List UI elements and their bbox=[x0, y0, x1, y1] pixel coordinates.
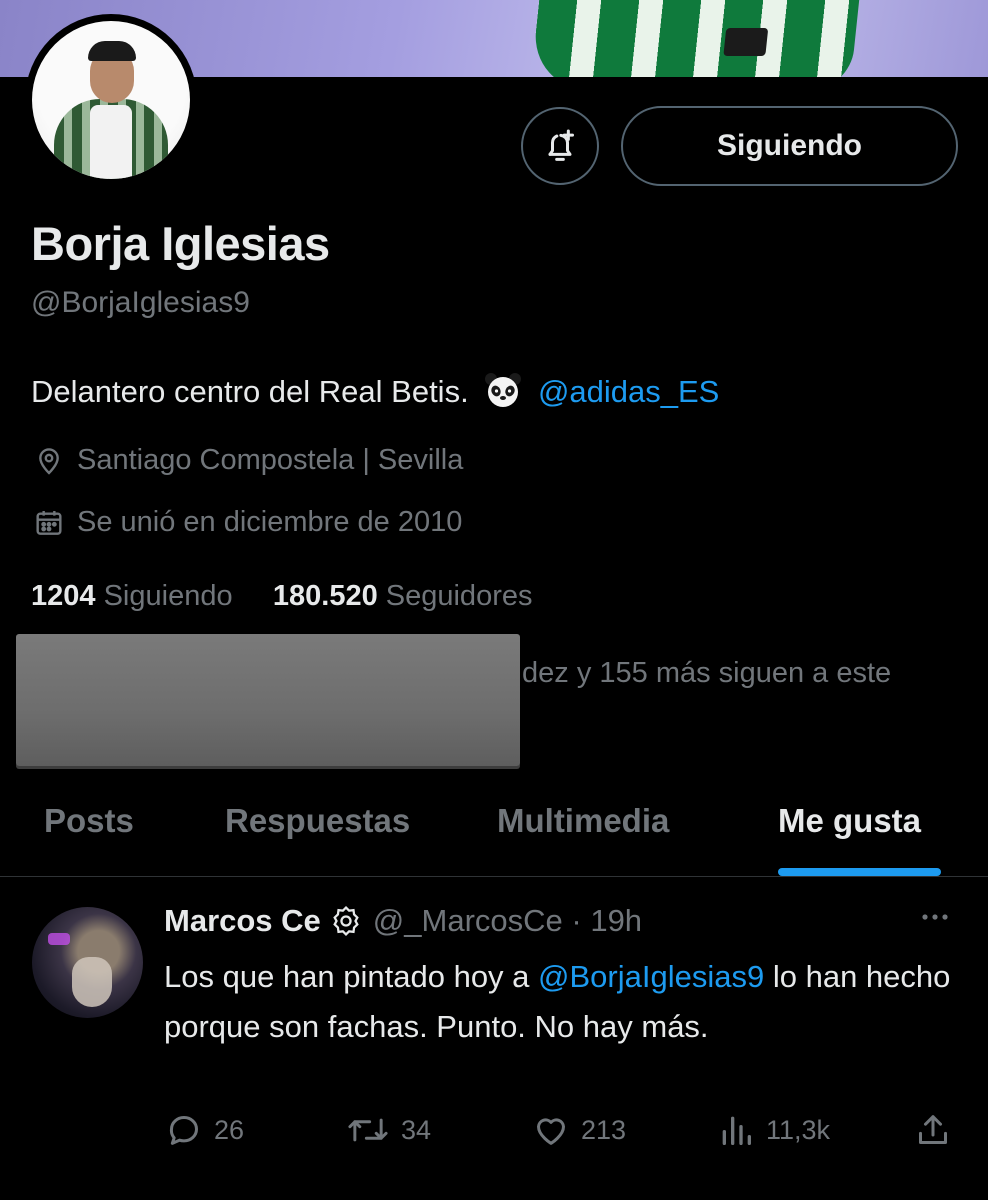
more-options-icon[interactable] bbox=[917, 905, 953, 934]
heart-icon bbox=[537, 1118, 565, 1145]
tab-me-gusta[interactable]: Me gusta bbox=[778, 802, 921, 840]
tab-multimedia[interactable]: Multimedia bbox=[497, 802, 669, 840]
profile-bio: Delantero centro del Real Betis. @adidas… bbox=[31, 370, 719, 410]
notifications-button[interactable] bbox=[521, 107, 599, 185]
followers-you-know[interactable]: dez y 155 más siguen a este bbox=[522, 657, 891, 690]
repost-icon bbox=[348, 1118, 388, 1142]
repost-button[interactable]: 34 bbox=[345, 1110, 431, 1150]
post-time[interactable]: 19h bbox=[590, 903, 642, 939]
tab-posts[interactable]: Posts bbox=[44, 802, 134, 840]
calendar-icon bbox=[36, 510, 62, 535]
views-chart-icon bbox=[722, 1116, 751, 1145]
profile-avatar[interactable] bbox=[25, 14, 197, 186]
views-button[interactable]: 11,3k bbox=[716, 1110, 830, 1150]
following-button[interactable]: Siguiendo bbox=[621, 106, 958, 186]
profile-joined: Se unió en diciembre de 2010 bbox=[33, 506, 462, 539]
bell-plus-icon bbox=[548, 129, 574, 161]
profile-handle: @BorjaIglesias9 bbox=[31, 286, 250, 319]
share-icon bbox=[919, 1115, 947, 1144]
like-button[interactable]: 213 bbox=[531, 1110, 626, 1150]
follow-counts: 1204 Siguiendo 180.520 Seguidores bbox=[31, 580, 532, 613]
bio-text: Delantero centro del Real Betis. bbox=[31, 374, 469, 409]
post-mention-link[interactable]: @BorjaIglesias9 bbox=[538, 959, 764, 994]
post-author-avatar[interactable] bbox=[32, 907, 143, 1018]
reply-icon bbox=[169, 1116, 198, 1145]
active-tab-indicator bbox=[778, 868, 941, 876]
followers-count-link[interactable]: 180.520 Seguidores bbox=[273, 580, 533, 612]
joined-text: Se unió en diciembre de 2010 bbox=[77, 506, 463, 538]
location-pin-icon bbox=[39, 447, 59, 475]
redaction-box bbox=[16, 634, 520, 766]
bio-mention-link[interactable]: @adidas_ES bbox=[538, 374, 719, 409]
tab-respuestas[interactable]: Respuestas bbox=[225, 802, 410, 840]
banner-image bbox=[529, 0, 861, 77]
following-button-label: Siguiendo bbox=[717, 129, 862, 162]
post-header: Marcos Ce @_MarcosCe · 19h bbox=[164, 903, 643, 939]
post-actions: 26 34 213 11,3k bbox=[0, 1110, 988, 1164]
following-count-link[interactable]: 1204 Siguiendo bbox=[31, 580, 233, 612]
profile-tabs: Posts Respuestas Multimedia Me gusta bbox=[0, 790, 988, 877]
share-button[interactable] bbox=[913, 1110, 963, 1150]
post-text: Los que han pintado hoy a @BorjaIglesias… bbox=[164, 959, 951, 1044]
profile-name: Borja Iglesias bbox=[31, 217, 330, 270]
post-author-name[interactable]: Marcos Ce bbox=[164, 903, 321, 939]
profile-location: Santiago Compostela | Sevilla bbox=[33, 444, 463, 477]
panda-emoji-icon bbox=[485, 373, 522, 407]
location-text: Santiago Compostela | Sevilla bbox=[77, 444, 464, 476]
reply-button[interactable]: 26 bbox=[164, 1110, 244, 1150]
post-author-handle[interactable]: @_MarcosCe bbox=[373, 903, 563, 939]
verified-organization-icon bbox=[329, 904, 363, 938]
